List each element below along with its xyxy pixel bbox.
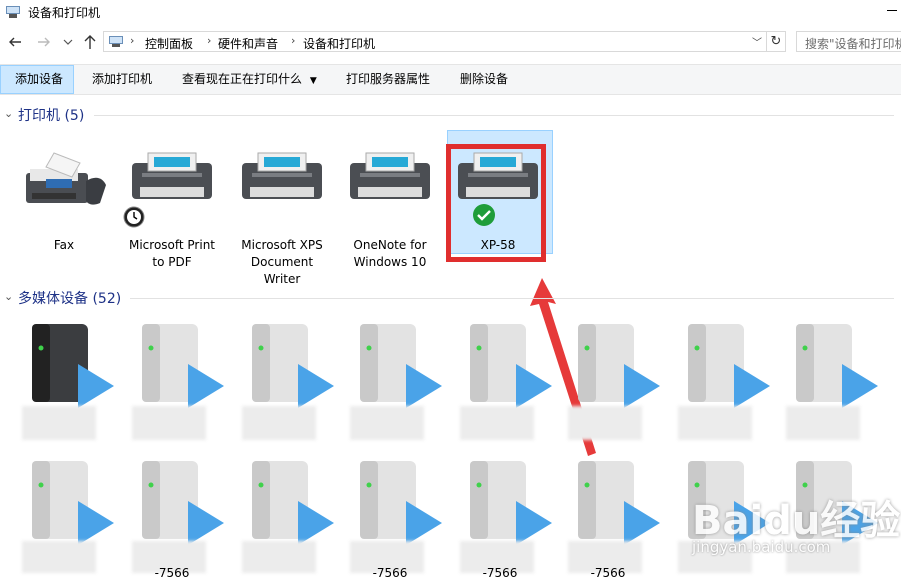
chevron-down-icon[interactable]: ﹀ <box>752 34 762 49</box>
breadcrumb-devices-printers[interactable]: 设备和打印机 <box>303 35 375 52</box>
baidu-watermark-url: jingyan.baidu.com <box>692 538 831 556</box>
arrow-up-icon[interactable] <box>83 34 97 50</box>
media-server-icon <box>578 461 660 545</box>
divider <box>94 115 894 116</box>
media-server-icon <box>32 324 114 408</box>
device-label-fragment: -7566 <box>590 566 626 580</box>
obscured-label <box>22 541 96 573</box>
media-server-icon <box>796 324 878 408</box>
search-input[interactable]: 搜索"设备和打印机" <box>796 31 901 52</box>
obscured-label <box>242 541 316 573</box>
command-toolbar: 添加设备 添加打印机 查看现在正在打印什么 ▼ 打印服务器属性 删除设备 <box>0 64 901 95</box>
divider <box>130 298 894 299</box>
refresh-icon: ↻ <box>770 34 782 49</box>
devices-printers-icon <box>6 6 20 18</box>
media-server-icon <box>470 461 552 545</box>
printer-icon <box>350 152 430 199</box>
chevron-down-icon[interactable] <box>63 38 73 46</box>
printer-icon <box>242 152 322 199</box>
arrow-left-icon[interactable] <box>8 35 22 49</box>
media-group-header[interactable]: ⌄ 多媒体设备 (52) <box>0 288 901 308</box>
dropdown-arrow-icon: ▼ <box>309 76 317 86</box>
minimize-button[interactable] <box>885 2 899 16</box>
title-bar: 设备和打印机 <box>0 0 901 26</box>
chevron-down-icon[interactable]: ⌄ <box>4 290 13 303</box>
device-label-fragment: -7566 <box>372 566 408 580</box>
window-title: 设备和打印机 <box>28 6 101 20</box>
obscured-label <box>22 406 96 440</box>
media-server-icon <box>360 324 442 408</box>
media-server-icon <box>142 324 224 408</box>
media-server-icon <box>252 461 334 545</box>
chevron-right-icon: › <box>130 34 135 47</box>
obscured-label <box>568 406 642 440</box>
breadcrumb-control-panel[interactable]: 控制面板 <box>145 35 193 52</box>
media-server-icon <box>142 461 224 545</box>
obscured-label <box>678 406 752 440</box>
obscured-label <box>350 406 424 440</box>
control-panel-icon <box>109 36 123 47</box>
media-server-icon <box>252 324 334 408</box>
device-label: OneNote for Windows 10 <box>353 238 427 269</box>
arrow-right-icon[interactable] <box>37 35 51 49</box>
media-server-icon <box>360 461 442 545</box>
obscured-label <box>786 406 860 440</box>
device-label: Microsoft XPS Document Writer <box>241 238 323 286</box>
media-server-icon <box>578 324 660 408</box>
address-bar[interactable]: › 控制面板 › 硬件和声音 › 设备和打印机 ﹀ <box>103 31 767 52</box>
group-name: 打印机 (5) <box>18 108 85 124</box>
add-printer-button[interactable]: 添加打印机 <box>92 65 152 94</box>
media-server-icon <box>470 324 552 408</box>
clock-badge-icon <box>123 206 145 228</box>
fax-icon <box>26 152 106 205</box>
chevron-right-icon[interactable]: › <box>291 34 295 47</box>
search-placeholder: 搜索"设备和打印机" <box>805 37 901 51</box>
device-label-fragment: -7566 <box>482 566 518 580</box>
chevron-down-icon[interactable]: ⌄ <box>4 107 13 120</box>
device-label: Microsoft Print to PDF <box>128 238 216 269</box>
obscured-label <box>132 406 206 440</box>
printer-icon <box>132 152 212 199</box>
group-name: 多媒体设备 (52) <box>18 291 122 307</box>
device-label: Fax <box>53 238 75 252</box>
chevron-right-icon[interactable]: › <box>207 34 211 47</box>
add-device-button[interactable]: 添加设备 <box>0 65 74 94</box>
remove-device-button[interactable]: 删除设备 <box>460 65 508 94</box>
annotation-highlight-box <box>446 144 546 262</box>
see-whats-printing-button[interactable]: 查看现在正在打印什么 ▼ <box>182 65 317 94</box>
print-server-properties-button[interactable]: 打印服务器属性 <box>346 65 430 94</box>
device-label-fragment: -7566 <box>154 566 190 580</box>
printers-group-header[interactable]: ⌄ 打印机 (5) <box>0 105 901 125</box>
obscured-label <box>460 406 534 440</box>
see-whats-printing-label: 查看现在正在打印什么 <box>182 72 303 86</box>
media-server-icon <box>32 461 114 545</box>
breadcrumb-hardware-sound[interactable]: 硬件和声音 <box>218 35 278 52</box>
obscured-label <box>242 406 316 440</box>
refresh-button[interactable]: ↻ <box>767 31 786 52</box>
media-server-icon <box>688 324 770 408</box>
